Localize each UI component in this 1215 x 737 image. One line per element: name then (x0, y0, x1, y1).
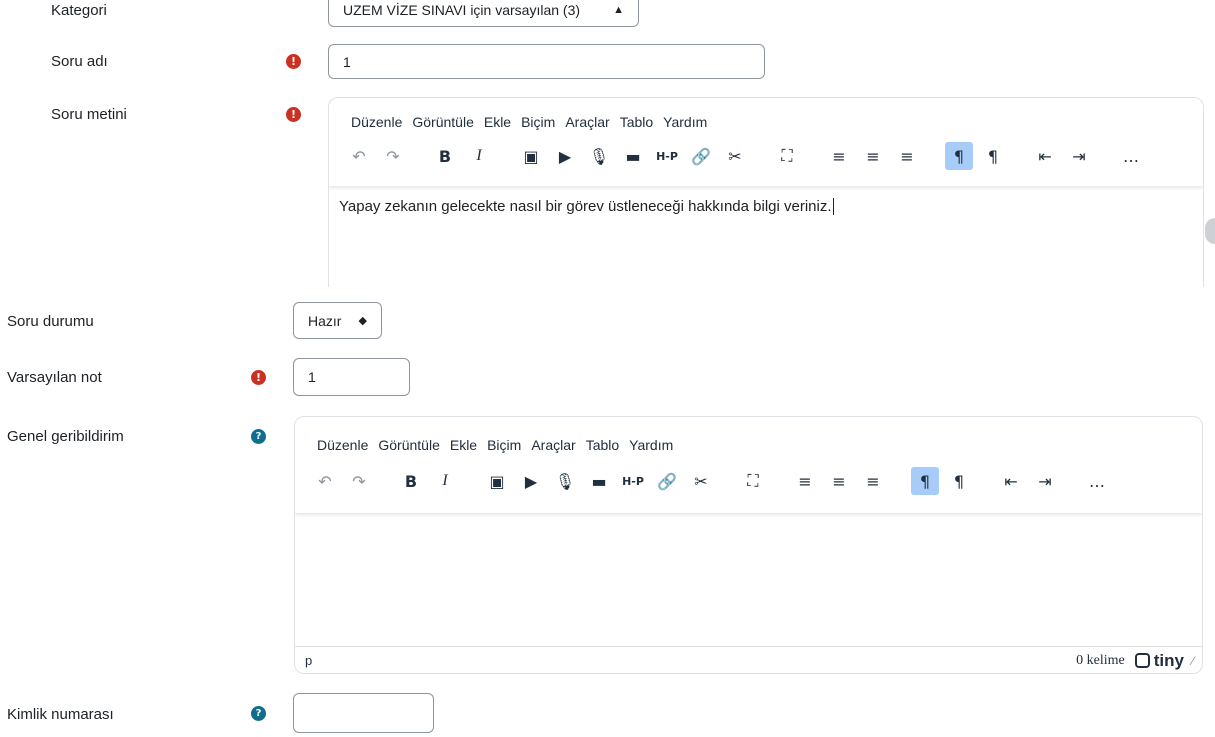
editor-content[interactable] (295, 513, 1202, 646)
soru-metini-label: Soru metini (51, 106, 127, 123)
genel-geribildirim-editor: Düzenle Görüntüle Ekle Biçim Araçlar Tablo Yar… (294, 416, 1203, 674)
menu-item[interactable]: Görüntüle (378, 437, 447, 453)
menu-item[interactable]: Biçim (521, 114, 563, 130)
editor-content[interactable]: Yapay zekanın gelecekte nasıl bir görev … (329, 186, 1203, 215)
h5p-icon[interactable]: H-P (653, 142, 681, 170)
editor-header: Düzenle Görüntüle Ekle Biçim Araçlar Tablo Yar… (295, 417, 1202, 513)
media-icon[interactable]: ▶ (517, 467, 545, 495)
link-icon[interactable]: 🔗 (687, 142, 715, 170)
menu-item[interactable]: Biçim (487, 437, 529, 453)
genel-geribildirim-label: Genel geribildirim (7, 428, 124, 445)
help-icon[interactable]: ? (251, 429, 266, 444)
microphone-icon[interactable]: 🎙 (585, 142, 613, 170)
editor-content-text: Yapay zekanın gelecekte nasıl bir görev … (339, 198, 832, 215)
fullscreen-icon[interactable]: ⛶ (773, 142, 801, 170)
align-left-icon[interactable]: ≡ (791, 467, 819, 495)
editor-menubar: Düzenle Görüntüle Ekle Biçim Araçlar Tablo Yar… (317, 437, 1202, 453)
kategori-label: Kategori (51, 2, 107, 19)
varsayilan-not-input[interactable]: 1 (293, 358, 410, 396)
soru-adi-value: 1 (343, 53, 351, 70)
menu-item[interactable]: Yardım (629, 437, 681, 453)
editor-header: Düzenle Görüntüle Ekle Biçim Araçlar Tablo Yar… (329, 98, 1203, 186)
bold-icon[interactable]: B (397, 467, 425, 495)
microphone-icon[interactable]: 🎙 (551, 467, 579, 495)
soru-durumu-label: Soru durumu (7, 313, 94, 330)
link-icon[interactable]: 🔗 (653, 467, 681, 495)
more-icon[interactable]: … (1083, 467, 1111, 495)
kategori-select[interactable]: UZEM VİZE SINAVI için varsayılan (3) ▲︎ (328, 0, 639, 27)
editor-statusbar: p 0 kelime tiny ⁄ (295, 646, 1202, 673)
align-left-icon[interactable]: ≡ (825, 142, 853, 170)
word-count[interactable]: 0 kelime (1076, 653, 1125, 669)
italic-icon[interactable]: I (465, 142, 493, 170)
required-icon: ! (286, 107, 301, 122)
undo-icon[interactable]: ↶ (311, 467, 339, 495)
bold-icon[interactable]: B (431, 142, 459, 170)
ltr-icon[interactable]: ¶ (945, 142, 973, 170)
tiny-brand: tiny (1153, 650, 1184, 670)
rtl-icon[interactable]: ¶ (979, 142, 1007, 170)
unlink-icon[interactable]: ✂ (721, 142, 749, 170)
help-icon[interactable]: ? (251, 706, 266, 721)
menu-item[interactable]: Araçlar (531, 437, 583, 453)
soru-metini-editor: Düzenle Görüntüle Ekle Biçim Araçlar Tablo Yar… (328, 97, 1204, 287)
menu-item[interactable]: Düzenle (317, 437, 376, 453)
italic-icon[interactable]: I (431, 467, 459, 495)
video-icon[interactable]: ▬ (619, 142, 647, 170)
indent-icon[interactable]: ⇥ (1031, 467, 1059, 495)
unlink-icon[interactable]: ✂ (687, 467, 715, 495)
video-icon[interactable]: ▬ (585, 467, 613, 495)
align-right-icon[interactable]: ≡ (859, 467, 887, 495)
select-arrow-icon: ▲︎ (613, 3, 624, 16)
varsayilan-not-label: Varsayılan not (7, 369, 102, 386)
menu-item[interactable]: Araçlar (565, 114, 617, 130)
editor-toolbar: ↶ ↷ B I ▣ ▶ 🎙 ▬ H-P 🔗 ✂ ⛶ ≡ ≡ ≡ ¶ ¶ ⇤ ⇥… (311, 467, 1202, 495)
outdent-icon[interactable]: ⇤ (1031, 142, 1059, 170)
menu-item[interactable]: Ekle (484, 114, 519, 130)
varsayilan-not-value: 1 (308, 369, 316, 385)
scroll-handle[interactable] (1205, 218, 1215, 244)
select-arrow-icon: ◆ (358, 315, 367, 327)
align-right-icon[interactable]: ≡ (893, 142, 921, 170)
element-path[interactable]: p (305, 653, 312, 668)
menu-item[interactable]: Tablo (586, 437, 627, 453)
fullscreen-icon[interactable]: ⛶ (739, 467, 767, 495)
text-cursor (832, 198, 838, 215)
ltr-icon[interactable]: ¶ (911, 467, 939, 495)
menu-item[interactable]: Ekle (450, 437, 485, 453)
more-icon[interactable]: … (1117, 142, 1145, 170)
kimlik-numarasi-input[interactable] (293, 693, 434, 733)
menu-item[interactable]: Yardım (663, 114, 715, 130)
soru-adi-label: Soru adı (51, 53, 108, 70)
editor-menubar: Düzenle Görüntüle Ekle Biçim Araçlar Tablo Yar… (351, 114, 1203, 130)
align-center-icon[interactable]: ≡ (859, 142, 887, 170)
tiny-logo[interactable]: tiny (1134, 650, 1184, 671)
editor-toolbar: ↶ ↷ B I ▣ ▶ 🎙 ▬ H-P 🔗 ✂ ⛶ ≡ ≡ ≡ ¶ ¶ ⇤ ⇥… (345, 142, 1203, 170)
rtl-icon[interactable]: ¶ (945, 467, 973, 495)
undo-icon[interactable]: ↶ (345, 142, 373, 170)
soru-adi-input[interactable]: 1 (328, 44, 765, 79)
soru-durumu-select[interactable]: Hazır ◆ (293, 302, 382, 339)
image-icon[interactable]: ▣ (483, 467, 511, 495)
soru-durumu-value: Hazır (308, 312, 342, 329)
indent-icon[interactable]: ⇥ (1065, 142, 1093, 170)
align-center-icon[interactable]: ≡ (825, 467, 853, 495)
resize-handle-icon[interactable]: ⁄ (1192, 654, 1194, 668)
h5p-icon[interactable]: H-P (619, 467, 647, 495)
menu-item[interactable]: Tablo (620, 114, 661, 130)
kategori-select-value: UZEM VİZE SINAVI için varsayılan (3) (343, 1, 581, 18)
media-icon[interactable]: ▶ (551, 142, 579, 170)
required-icon: ! (286, 54, 301, 69)
kimlik-numarasi-label: Kimlik numarası (7, 706, 114, 723)
menu-item[interactable]: Düzenle (351, 114, 410, 130)
outdent-icon[interactable]: ⇤ (997, 467, 1025, 495)
required-icon: ! (251, 370, 266, 385)
redo-icon[interactable]: ↷ (345, 467, 373, 495)
tiny-logo-icon (1134, 653, 1150, 668)
menu-item[interactable]: Görüntüle (412, 114, 481, 130)
redo-icon[interactable]: ↷ (379, 142, 407, 170)
image-icon[interactable]: ▣ (517, 142, 545, 170)
